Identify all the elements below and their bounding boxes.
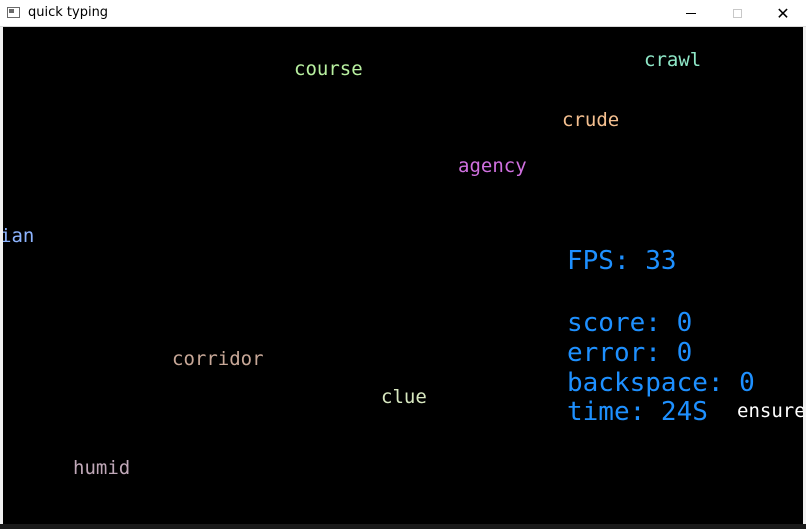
app-icon <box>7 7 20 18</box>
taskbar-edge <box>0 524 806 529</box>
minimize-button[interactable] <box>668 0 714 27</box>
falling-word: crawl <box>644 49 702 71</box>
minimize-icon <box>686 13 696 14</box>
game-canvas[interactable]: course crawl crude agency ian corridor c… <box>3 27 803 524</box>
falling-word: agency <box>458 155 527 177</box>
time-readout: time: 24S <box>567 397 708 427</box>
error-readout: error: 0 <box>567 338 693 368</box>
close-icon: ✕ <box>776 4 790 23</box>
fps-readout: FPS: 33 <box>567 246 677 276</box>
falling-word: humid <box>73 457 131 479</box>
falling-word: crude <box>562 109 620 131</box>
falling-word: ian <box>3 225 35 247</box>
falling-word: corridor <box>172 348 264 370</box>
close-button[interactable]: ✕ <box>760 0 806 27</box>
maximize-icon <box>732 9 742 18</box>
score-readout: score: 0 <box>567 308 693 338</box>
falling-word: course <box>294 58 363 80</box>
window-title: quick typing <box>28 5 109 20</box>
title-bar: quick typing ✕ <box>0 0 806 27</box>
falling-word: clue <box>381 386 427 408</box>
falling-word: ensure <box>737 400 803 422</box>
backspace-readout: backspace: 0 <box>567 368 755 398</box>
maximize-button[interactable] <box>714 0 760 27</box>
